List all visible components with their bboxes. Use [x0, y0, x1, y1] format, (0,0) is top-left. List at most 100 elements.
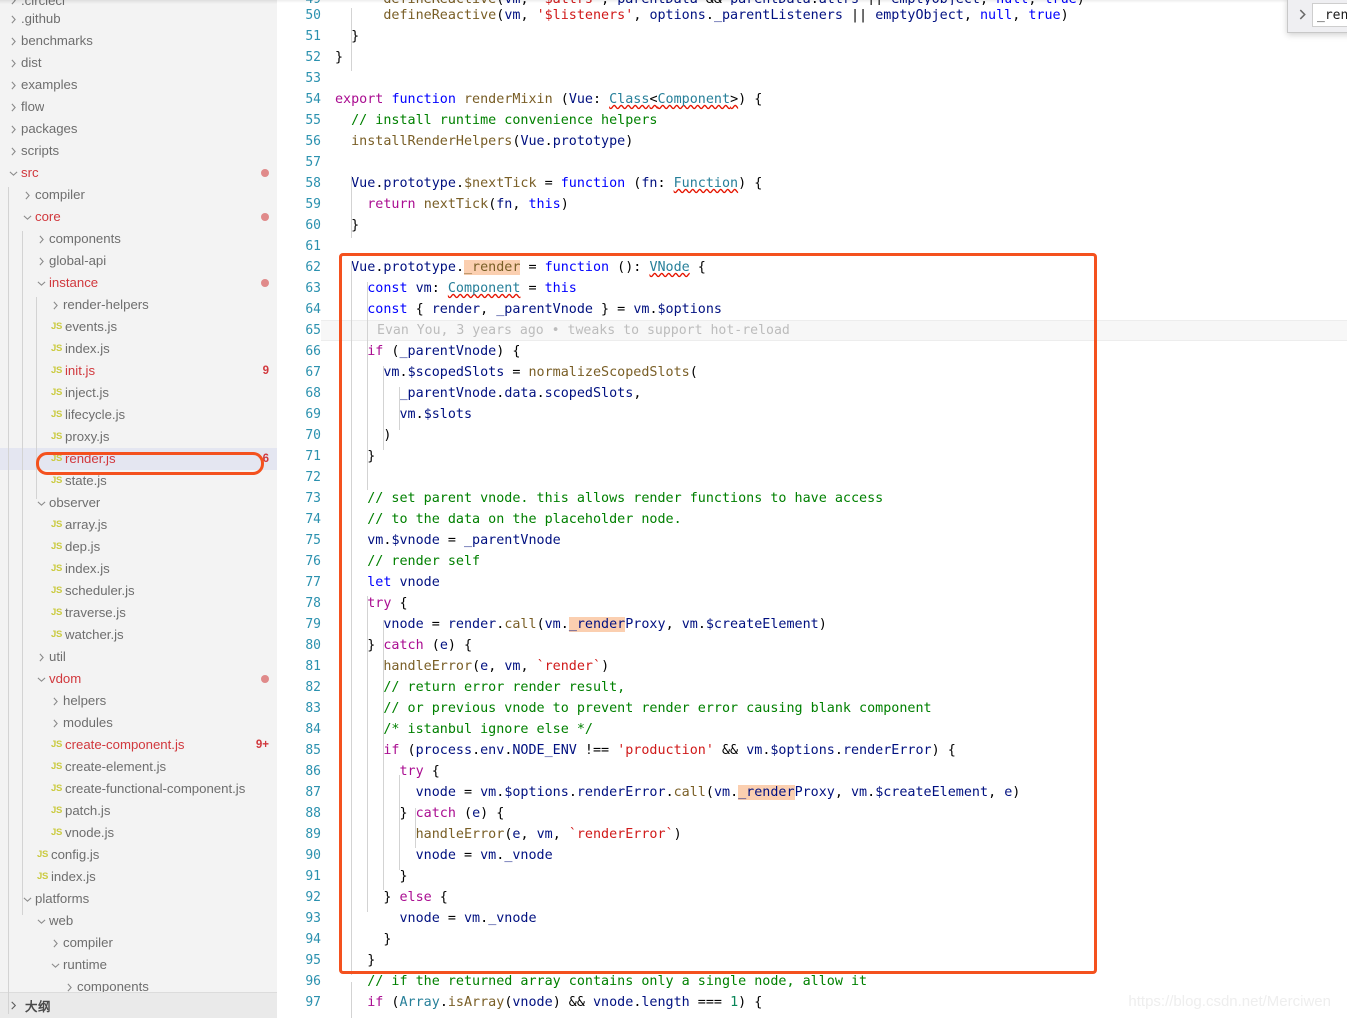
code-editor[interactable]: 49 defineReactive(vm, '$attrs', parentDa… [277, 0, 1347, 1018]
chevron-right-icon[interactable] [6, 125, 21, 134]
code-line[interactable]: 70 ) [277, 425, 1347, 446]
git-blame-text[interactable]: Evan You, 3 years ago • tweaks to suppor… [377, 320, 790, 341]
code-line[interactable]: 86 try { [277, 761, 1347, 782]
code-line[interactable]: 59 return nextTick(fn, this) [277, 194, 1347, 215]
tree-folder-src[interactable]: src [0, 162, 277, 184]
code-line[interactable]: 58 Vue.prototype.$nextTick = function (f… [277, 173, 1347, 194]
tree-folder-.github[interactable]: .github [0, 8, 277, 30]
chevron-right-icon[interactable] [34, 235, 49, 244]
tree-file-dep.js[interactable]: JS dep.js [0, 536, 277, 558]
code-line[interactable]: 87 vnode = vm.$options.renderError.call(… [277, 782, 1347, 803]
chevron-right-icon[interactable] [1292, 8, 1312, 22]
tree-file-index.js[interactable]: JS index.js [0, 866, 277, 888]
tree-file-init.js[interactable]: JS init.js 9 [0, 360, 277, 382]
tree-file-lifecycle.js[interactable]: JS lifecycle.js [0, 404, 277, 426]
tree-folder-components[interactable]: components [0, 228, 277, 250]
code-lines[interactable]: 49 defineReactive(vm, '$attrs', parentDa… [277, 0, 1347, 1013]
chevron-right-icon[interactable] [34, 257, 49, 266]
tree-folder-compiler[interactable]: compiler [0, 932, 277, 954]
code-line[interactable]: 83 // or previous vnode to prevent rende… [277, 698, 1347, 719]
code-line[interactable]: 68 _parentVnode.data.scopedSlots, [277, 383, 1347, 404]
tree-file-patch.js[interactable]: JS patch.js [0, 800, 277, 822]
code-line[interactable]: 75 vm.$vnode = _parentVnode [277, 530, 1347, 551]
tree-folder-global-api[interactable]: global-api [0, 250, 277, 272]
code-line[interactable]: 85 if (process.env.NODE_ENV !== 'product… [277, 740, 1347, 761]
file-tree[interactable]: .circleci .github benchmarks dist examples fl… [0, 0, 277, 992]
tree-file-scheduler.js[interactable]: JS scheduler.js [0, 580, 277, 602]
code-line[interactable]: 78 try { [277, 593, 1347, 614]
code-line[interactable]: 69 vm.$slots [277, 404, 1347, 425]
code-line[interactable]: 71 } [277, 446, 1347, 467]
tree-file-traverse.js[interactable]: JS traverse.js [0, 602, 277, 624]
tree-folder-vdom[interactable]: vdom [0, 668, 277, 690]
chevron-right-icon[interactable] [6, 15, 21, 24]
chevron-down-icon[interactable] [34, 917, 49, 926]
tree-file-create-component.js[interactable]: JS create-component.js 9+ [0, 734, 277, 756]
chevron-right-icon[interactable] [6, 59, 21, 68]
tree-file-events.js[interactable]: JS events.js [0, 316, 277, 338]
tree-folder-compiler[interactable]: compiler [0, 184, 277, 206]
code-line[interactable]: 96 // if the returned array contains onl… [277, 971, 1347, 992]
chevron-down-icon[interactable] [20, 213, 35, 222]
tree-file-index.js[interactable]: JS index.js [0, 338, 277, 360]
code-line[interactable]: 72 [277, 467, 1347, 488]
tree-folder-observer[interactable]: observer [0, 492, 277, 514]
code-line[interactable]: 91 } [277, 866, 1347, 887]
code-line[interactable]: 52} [277, 47, 1347, 68]
tree-folder-benchmarks[interactable]: benchmarks [0, 30, 277, 52]
chevron-right-icon[interactable] [62, 983, 77, 992]
tree-file-index.js[interactable]: JS index.js [0, 558, 277, 580]
tree-file-array.js[interactable]: JS array.js [0, 514, 277, 536]
code-line[interactable]: 62 Vue.prototype._render = function (): … [277, 257, 1347, 278]
chevron-right-icon[interactable] [20, 191, 35, 200]
tree-folder-examples[interactable]: examples [0, 74, 277, 96]
code-line[interactable]: 50 defineReactive(vm, '$listeners', opti… [277, 5, 1347, 26]
tree-file-vnode.js[interactable]: JS vnode.js [0, 822, 277, 844]
tree-file-state.js[interactable]: JS state.js [0, 470, 277, 492]
code-line[interactable]: 79 vnode = render.call(vm._renderProxy, … [277, 614, 1347, 635]
tree-folder-web[interactable]: web [0, 910, 277, 932]
code-line[interactable]: 74 // to the data on the placeholder nod… [277, 509, 1347, 530]
code-line[interactable]: 60 } [277, 215, 1347, 236]
chevron-down-icon[interactable] [34, 675, 49, 684]
code-line[interactable]: 73 // set parent vnode. this allows rend… [277, 488, 1347, 509]
tree-folder-flow[interactable]: flow [0, 96, 277, 118]
code-line[interactable]: 90 vnode = vm._vnode [277, 845, 1347, 866]
code-line[interactable]: 88 } catch (e) { [277, 803, 1347, 824]
chevron-down-icon[interactable] [34, 279, 49, 288]
tree-file-proxy.js[interactable]: JS proxy.js [0, 426, 277, 448]
code-line[interactable]: 89 handleError(e, vm, `renderError`) [277, 824, 1347, 845]
chevron-right-icon[interactable] [48, 719, 63, 728]
code-line[interactable]: 65 Evan You, 3 years ago • tweaks to supp… [277, 320, 1347, 341]
code-line[interactable]: 67 vm.$scopedSlots = normalizeScopedSlot… [277, 362, 1347, 383]
tree-folder-util[interactable]: util [0, 646, 277, 668]
tree-folder-helpers[interactable]: helpers [0, 690, 277, 712]
code-line[interactable]: 80 } catch (e) { [277, 635, 1347, 656]
outline-panel-header[interactable]: 大纲 [0, 992, 277, 1018]
tree-folder-dist[interactable]: dist [0, 52, 277, 74]
tree-file-watcher.js[interactable]: JS watcher.js [0, 624, 277, 646]
tree-folder-scripts[interactable]: scripts [0, 140, 277, 162]
chevron-right-icon[interactable] [6, 81, 21, 90]
code-line[interactable]: 64 const { render, _parentVnode } = vm.$… [277, 299, 1347, 320]
code-line[interactable]: 56 installRenderHelpers(Vue.prototype) [277, 131, 1347, 152]
chevron-right-icon[interactable] [48, 939, 63, 948]
code-line[interactable]: 57 [277, 152, 1347, 173]
code-line[interactable]: 54 export function renderMixin (Vue: Clas… [277, 89, 1347, 110]
code-line[interactable]: 81 handleError(e, vm, `render`) [277, 656, 1347, 677]
chevron-right-icon[interactable] [6, 147, 21, 156]
code-line[interactable]: 92 } else { [277, 887, 1347, 908]
tree-folder-packages[interactable]: packages [0, 118, 277, 140]
code-line[interactable]: 95 } [277, 950, 1347, 971]
search-input[interactable] [1312, 3, 1347, 27]
tree-file-render.js[interactable]: JS render.js 6 [0, 448, 277, 470]
code-line[interactable]: 76 // render self [277, 551, 1347, 572]
chevron-right-icon[interactable] [6, 103, 21, 112]
chevron-right-icon[interactable] [6, 0, 21, 5]
chevron-right-icon[interactable] [34, 653, 49, 662]
code-line[interactable]: 61 [277, 236, 1347, 257]
tree-folder-platforms[interactable]: platforms [0, 888, 277, 910]
tree-file-inject.js[interactable]: JS inject.js [0, 382, 277, 404]
tree-folder-components[interactable]: components [0, 976, 277, 992]
tree-folder-core[interactable]: core [0, 206, 277, 228]
